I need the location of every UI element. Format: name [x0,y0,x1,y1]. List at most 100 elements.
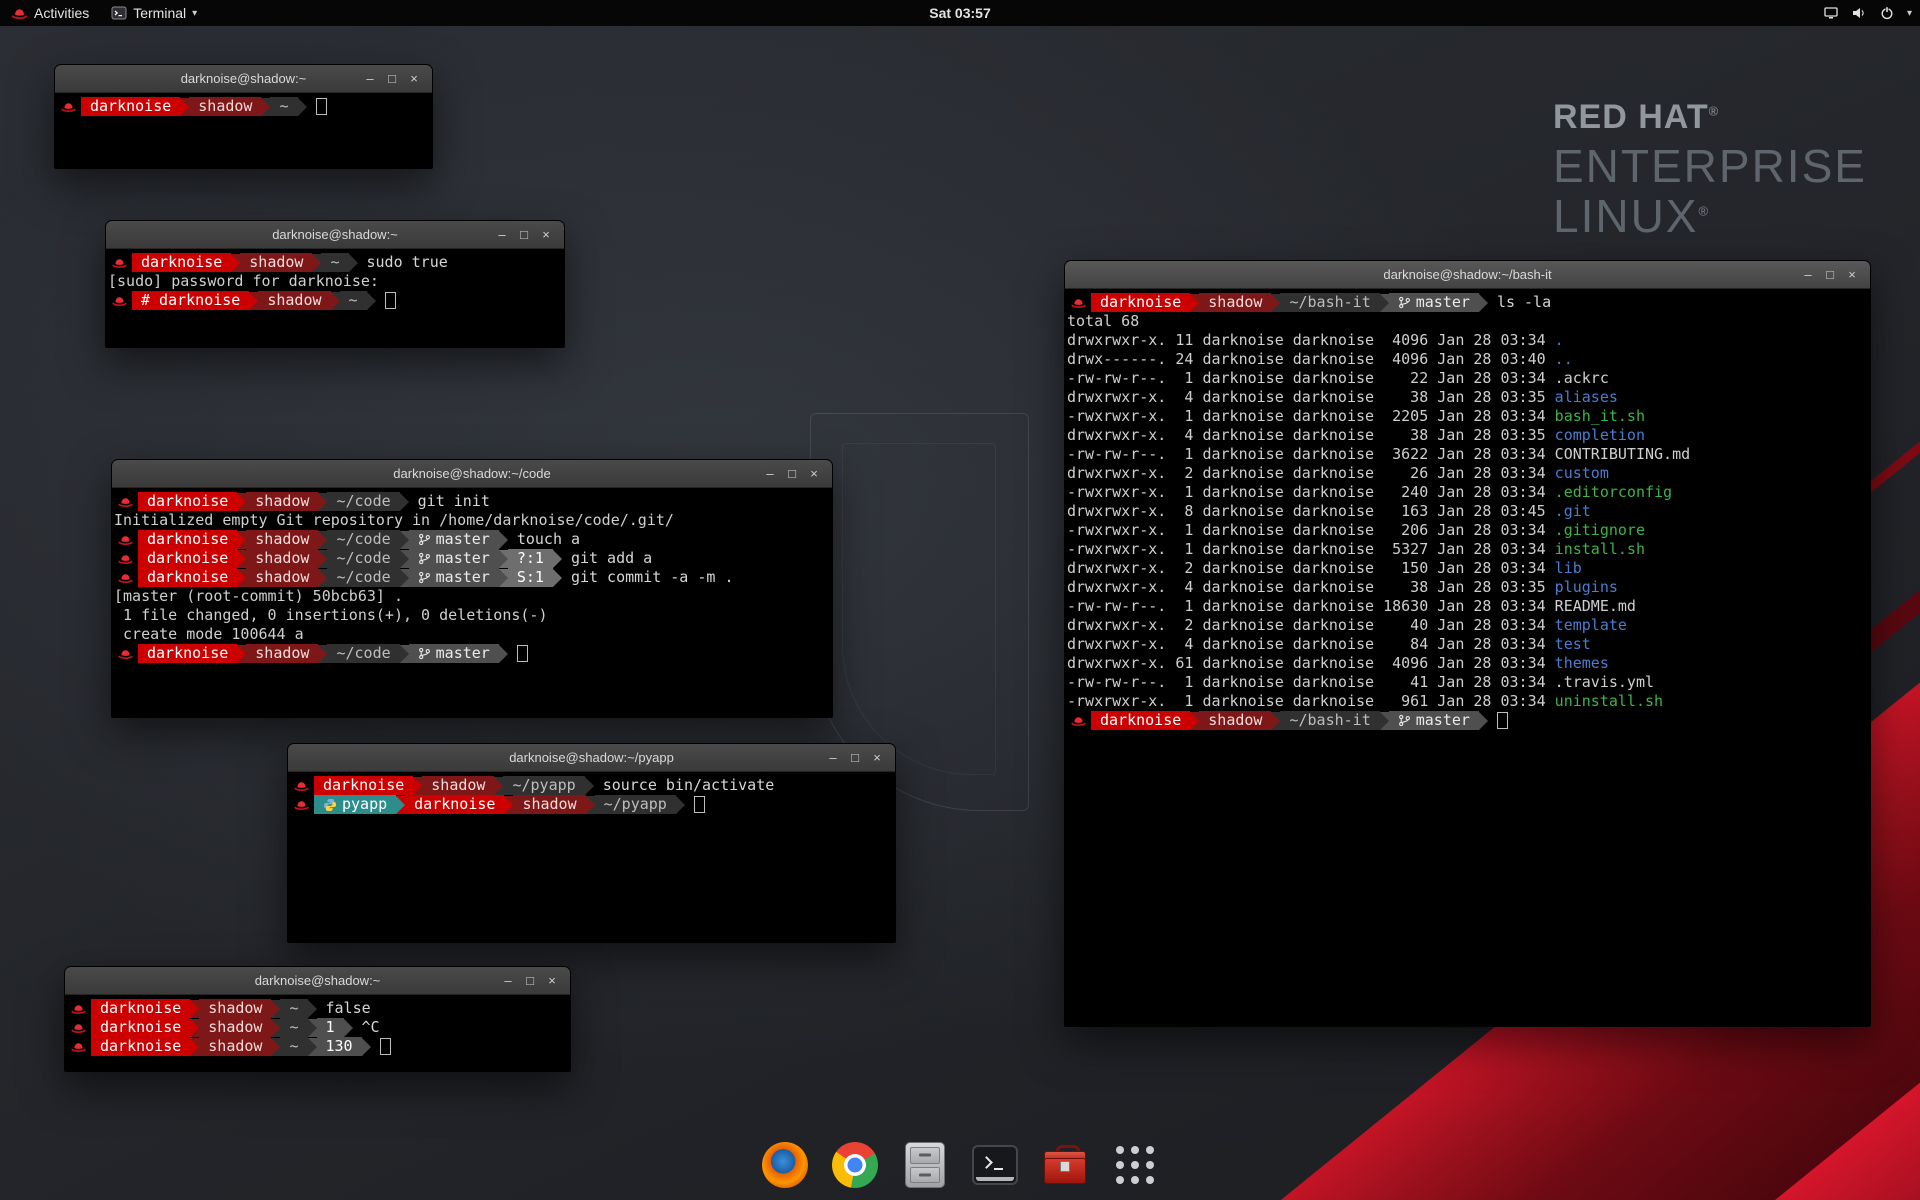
terminal-screen[interactable]: darknoiseshadow~/bash-itmasterls -latota… [1065,289,1870,1026]
output-text: -rw-rw-r--. 1 darknoise darknoise 41 Jan… [1067,673,1555,692]
output-text: template [1555,616,1627,635]
dock-app-grid[interactable] [1108,1138,1162,1192]
terminal-screen[interactable]: darknoiseshadow~/pyappsource bin/activat… [288,772,895,942]
powerline-separator-icon [413,777,422,795]
terminal-window-exit-codes[interactable]: darknoise@shadow:~–□×darknoiseshadow~fal… [64,966,571,1072]
window-titlebar[interactable]: darknoise@shadow:~/bash-it–□× [1065,261,1870,289]
redhat-icon [118,496,133,507]
output-text: drwxrwxr-x. 11 darknoise darknoise 4096 … [1067,331,1555,350]
close-button[interactable]: × [1841,261,1863,288]
powerline-separator-icon [237,645,246,663]
clock[interactable]: Sat 03:57 [929,5,990,21]
prompt-segment-user: darknoise [132,253,231,272]
powerline-separator-icon [231,254,240,272]
close-button[interactable]: × [866,744,888,771]
close-button[interactable]: × [541,967,563,994]
dock-files[interactable] [898,1138,952,1192]
dock-terminal[interactable] [968,1138,1022,1192]
minimize-button[interactable]: – [497,967,519,994]
powerline-separator-icon [271,1038,280,1056]
terminal-line: -rw-rw-r--. 1 darknoise darknoise 41 Jan… [1067,673,1868,692]
window-buttons: –□× [822,744,888,771]
dock-toolbox[interactable] [1038,1138,1092,1192]
minimize-button[interactable]: – [359,65,381,92]
window-titlebar[interactable]: darknoise@shadow:~/pyapp–□× [288,744,895,772]
prompt-segment-host: shadow [199,999,271,1018]
dock-firefox[interactable] [758,1138,812,1192]
app-menu[interactable]: Terminal ▾ [100,0,208,26]
terminal-line: darknoiseshadow~130 [67,1037,568,1056]
minimize-button[interactable]: – [822,744,844,771]
screen-icon[interactable] [1823,5,1839,21]
minimize-button[interactable]: – [491,221,513,248]
command-text: ls -la [1488,293,1551,312]
window-titlebar[interactable]: darknoise@shadow:~–□× [65,967,570,995]
terminal-line: drwxrwxr-x. 11 darknoise darknoise 4096 … [1067,331,1868,350]
prompt-segment-path: ~/code [327,568,399,587]
prompt-segment-path: ~ [270,97,297,116]
activities-button[interactable]: Activities [0,0,100,26]
close-button[interactable]: × [403,65,425,92]
output-text: [sudo] password for darknoise: [108,272,379,291]
close-button[interactable]: × [535,221,557,248]
prompt-segment-path: ~/code [327,644,399,663]
terminal-window-home-1[interactable]: darknoise@shadow:~–□×darknoiseshadow~ [54,64,433,169]
redhat-icon [71,1003,86,1014]
branch-icon [418,552,431,565]
terminal-window-pyapp[interactable]: darknoise@shadow:~/pyapp–□×darknoiseshad… [287,743,896,943]
output-text: .editorconfig [1555,483,1672,502]
branch-icon [418,571,431,584]
terminal-line: darknoiseshadow~/codemaster?:1git add a [114,549,830,568]
dock-chrome[interactable] [828,1138,882,1192]
window-titlebar[interactable]: darknoise@shadow:~–□× [106,221,564,249]
window-titlebar[interactable]: darknoise@shadow:~–□× [55,65,432,93]
terminal-screen[interactable]: darknoiseshadow~/codegit initInitialized… [112,488,832,717]
redhat-logo-icon [11,7,28,19]
maximize-button[interactable]: □ [781,460,803,487]
output-text: drwx------. 24 darknoise darknoise 4096 … [1067,350,1555,369]
powerline-separator-icon [298,98,307,116]
powerline-separator-icon [261,98,270,116]
minimize-button[interactable]: – [759,460,781,487]
app-grid-icon [1116,1146,1154,1184]
window-titlebar[interactable]: darknoise@shadow:~/code–□× [112,460,832,488]
output-text: plugins [1555,578,1618,597]
powerline-separator-icon [585,777,594,795]
terminal-icon [972,1145,1018,1185]
maximize-button[interactable]: □ [519,967,541,994]
terminal-cursor [1497,712,1508,729]
powerline-separator-icon [367,292,376,310]
chevron-down-icon[interactable]: ▾ [1907,8,1912,19]
maximize-button[interactable]: □ [513,221,535,248]
prompt-segment-host: shadow [1199,711,1271,730]
prompt-segment-user: darknoise [138,644,237,663]
maximize-button[interactable]: □ [844,744,866,771]
output-text: -rwxrwxr-x. 1 darknoise darknoise 2205 J… [1067,407,1555,426]
minimize-button[interactable]: – [1797,261,1819,288]
maximize-button[interactable]: □ [1819,261,1841,288]
powerline-separator-icon [1479,712,1488,730]
output-text: drwxrwxr-x. 2 darknoise darknoise 150 Ja… [1067,559,1555,578]
volume-icon[interactable] [1851,5,1867,21]
output-text: bash_it.sh [1555,407,1645,426]
terminal-screen[interactable]: darknoiseshadow~ [55,93,432,168]
powerline-separator-icon [499,645,508,663]
branding-linux: LINUX® [1553,192,1867,240]
terminal-line: # darknoiseshadow~ [108,291,562,310]
prompt-segment-host: shadow [199,1018,271,1037]
power-icon[interactable] [1879,5,1895,21]
top-bar-left: Activities Terminal ▾ [0,0,208,26]
maximize-button[interactable]: □ [381,65,403,92]
terminal-window-code[interactable]: darknoise@shadow:~/code–□×darknoiseshado… [111,459,833,718]
terminal-screen[interactable]: darknoiseshadow~falsedarknoiseshadow~1^C… [65,995,570,1071]
terminal-window-bash-it[interactable]: darknoise@shadow:~/bash-it–□×darknoisesh… [1064,260,1871,1027]
close-button[interactable]: × [803,460,825,487]
command-text: git add a [562,549,652,568]
terminal-cursor [316,98,327,115]
prompt-segment-path: ~/bash-it [1280,711,1379,730]
redhat-icon [71,1022,86,1033]
terminal-window-sudo[interactable]: darknoise@shadow:~–□×darknoiseshadow~sud… [105,220,565,348]
terminal-line: drwxrwxr-x. 2 darknoise darknoise 40 Jan… [1067,616,1868,635]
terminal-screen[interactable]: darknoiseshadow~sudo true[sudo] password… [106,249,564,347]
file-cabinet-icon [905,1142,945,1188]
